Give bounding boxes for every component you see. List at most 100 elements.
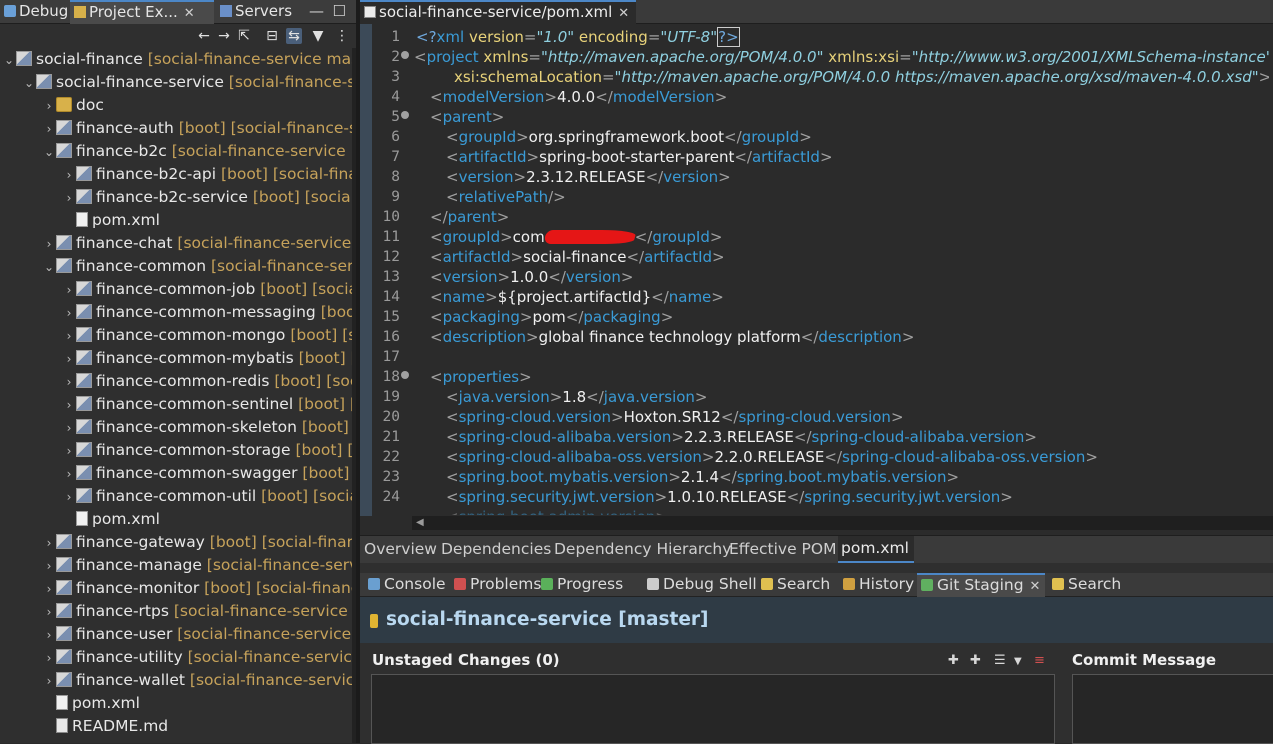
tree-item[interactable]: › doc [42, 94, 104, 117]
commit-message-input[interactable] [1072, 674, 1273, 744]
chevron-right-icon[interactable]: › [62, 187, 76, 210]
chevron-right-icon[interactable]: › [42, 624, 56, 647]
view-tab-label: Search [1068, 575, 1122, 593]
tree-item[interactable]: › finance-common-mybatis [boot] [s [62, 347, 356, 370]
pom-tab-dependency-hierarchy[interactable]: Dependency Hierarchy [554, 536, 731, 563]
tree-item[interactable]: › finance-common-sentinel [boot] [so [62, 393, 356, 416]
tree-item[interactable]: › finance-auth [boot] [social-finance-ser [42, 117, 356, 140]
tree-item[interactable]: › finance-common-mongo [boot] [so [62, 324, 356, 347]
tree-item[interactable]: › finance-monitor [boot] [social-finance [42, 577, 356, 600]
tree-item[interactable]: ⌄ social-finance [social-finance-service … [2, 48, 356, 71]
tree-item[interactable]: › finance-rtps [social-finance-service ma [42, 600, 356, 623]
tree-item[interactable]: › finance-gateway [boot] [social-finance [42, 531, 356, 554]
chevron-right-icon[interactable]: › [62, 371, 76, 394]
view-tab-debug-shell[interactable]: Debug Shell [643, 573, 757, 597]
tree-view-icon[interactable]: ☰ [994, 653, 1006, 668]
tree-item[interactable]: › finance-common-swagger [boot] [s [62, 462, 356, 485]
tree-item[interactable]: › finance-wallet [social-finance-service … [42, 669, 356, 692]
view-tab-git-staging[interactable]: Git Staging ✕ [917, 573, 1045, 597]
chevron-right-icon[interactable]: › [42, 532, 56, 555]
tree-item[interactable]: pom.xml [62, 508, 160, 531]
unstaged-files-list[interactable] [371, 674, 1055, 744]
pom-tab-overview[interactable]: Overview [364, 536, 437, 563]
view-tab-problems[interactable]: Problems [450, 573, 541, 597]
chevron-right-icon[interactable]: › [62, 164, 76, 187]
tab-pom-xml[interactable]: social-finance-service/pom.xml ✕ [360, 0, 636, 24]
chevron-down-icon[interactable]: ⌄ [2, 49, 16, 72]
tree-item[interactable]: › finance-common-redis [boot] [socia [62, 370, 356, 393]
chevron-right-icon[interactable]: › [62, 279, 76, 302]
tree-item[interactable]: › finance-common-job [boot] [social- [62, 278, 356, 301]
tree-item[interactable]: › finance-utility [social-finance-service… [42, 646, 356, 669]
chevron-right-icon[interactable]: › [42, 670, 56, 693]
tree-item[interactable]: › finance-user [social-finance-service ma [42, 623, 356, 646]
link-with-editor-icon[interactable]: ⇆ [286, 28, 302, 44]
chevron-down-icon[interactable]: ⌄ [22, 72, 36, 95]
tree-item[interactable]: › finance-b2c-service [boot] [social-fi [62, 186, 356, 209]
close-icon[interactable]: ✕ [184, 6, 195, 21]
close-icon[interactable]: ✕ [618, 6, 629, 21]
view-tab-history[interactable]: History [839, 573, 914, 597]
chevron-right-icon[interactable]: › [62, 486, 76, 509]
code-area[interactable]: <?xml version="1.0" encoding="UTF-8"?> <… [414, 27, 1269, 515]
pom-tab-dependencies[interactable]: Dependencies [441, 536, 551, 563]
maximize-icon[interactable]: ☐ [333, 0, 346, 22]
fold-toggle-icon[interactable] [401, 111, 409, 119]
chevron-right-icon[interactable]: › [42, 118, 56, 141]
tab-debug[interactable]: Debug [0, 0, 68, 24]
tree-item[interactable]: › finance-common-messaging [boot] [62, 301, 356, 324]
view-menu-icon[interactable]: ⋮ [334, 28, 350, 44]
tab-servers[interactable]: Servers — ☐ [216, 0, 354, 24]
add-icon[interactable]: ✚ [948, 653, 959, 668]
chevron-right-icon[interactable]: › [62, 394, 76, 417]
chevron-down-icon[interactable]: ⌄ [42, 141, 56, 164]
list-icon[interactable]: ≡ [1034, 653, 1045, 668]
chevron-right-icon[interactable]: › [42, 95, 56, 118]
tree-item[interactable]: › finance-common-util [boot] [social- [62, 485, 356, 508]
view-tab-search[interactable]: Search [1048, 573, 1121, 597]
chevron-right-icon[interactable]: › [42, 578, 56, 601]
chevron-right-icon[interactable]: › [62, 463, 76, 486]
fold-toggle-icon[interactable] [401, 371, 409, 379]
pom-tab-pom-xml[interactable]: pom.xml [838, 536, 914, 563]
chevron-right-icon[interactable]: › [42, 233, 56, 256]
view-tab-search[interactable]: Search [757, 573, 830, 597]
horizontal-scrollbar[interactable] [412, 516, 1273, 530]
chevron-down-icon[interactable]: ⌄ [42, 256, 56, 279]
pom-tab-effective-pom[interactable]: Effective POM [729, 536, 836, 563]
tree-item[interactable]: ⌄ finance-common [social-finance-servic [42, 255, 356, 278]
tree-item-label: finance-b2c [76, 142, 167, 160]
tree-item[interactable]: ⌄ social-finance-service [social-finance-… [22, 71, 356, 94]
close-icon[interactable]: ✕ [1030, 579, 1041, 594]
chevron-right-icon[interactable]: › [62, 348, 76, 371]
chevron-right-icon[interactable]: › [42, 647, 56, 670]
tree-item[interactable]: README.md [42, 715, 168, 738]
chevron-right-icon[interactable]: › [62, 417, 76, 440]
fold-toggle-icon[interactable] [401, 51, 409, 59]
chevron-right-icon[interactable]: › [42, 601, 56, 624]
view-tab-progress[interactable]: Progress [537, 573, 623, 597]
minimize-icon[interactable]: — [309, 0, 324, 22]
view-tab-console[interactable]: Console [364, 573, 446, 597]
go-into-icon[interactable]: ⇱ [236, 28, 252, 44]
chevron-right-icon[interactable]: › [62, 440, 76, 463]
chevron-down-icon[interactable]: ▼ [1014, 656, 1022, 667]
tree-item[interactable]: › finance-manage [social-finance-service [42, 554, 356, 577]
filter-icon[interactable]: ▼ [310, 28, 326, 44]
tree-item[interactable]: › finance-b2c-api [boot] [social-financ [62, 163, 356, 186]
tree-item[interactable]: › finance-common-storage [boot] [so [62, 439, 356, 462]
tab-project-explorer[interactable]: Project Ex... ✕ [70, 0, 214, 24]
chevron-right-icon[interactable]: › [42, 555, 56, 578]
scroll-left-icon[interactable]: ◀ [416, 518, 424, 528]
tree-item[interactable]: pom.xml [62, 209, 160, 232]
back-arrow-icon[interactable]: ← [196, 28, 212, 44]
chevron-right-icon[interactable]: › [62, 325, 76, 348]
tree-item[interactable]: › finance-common-skeleton [boot] [s [62, 416, 356, 439]
collapse-all-icon[interactable]: ⊟ [264, 28, 280, 44]
chevron-right-icon[interactable]: › [62, 302, 76, 325]
tree-item[interactable]: › finance-chat [social-finance-service ma [42, 232, 356, 255]
tree-item[interactable]: pom.xml [42, 692, 140, 715]
add-all-icon[interactable]: ✚ [970, 653, 981, 668]
tree-item[interactable]: ⌄ finance-b2c [social-finance-service ma [42, 140, 356, 163]
forward-arrow-icon[interactable]: → [216, 28, 232, 44]
